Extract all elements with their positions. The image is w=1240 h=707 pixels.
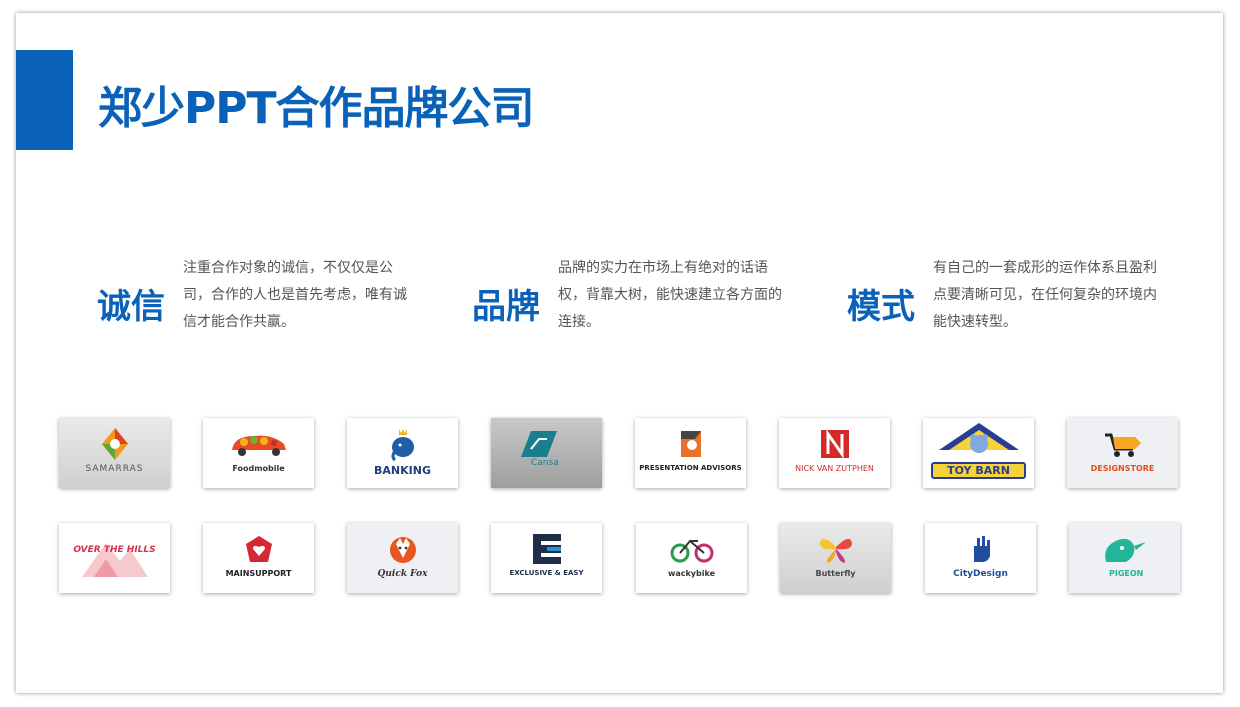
logo-over-the-hills: OVER THE HILLS [59,523,170,593]
pillar-heading: 模式 [847,287,915,327]
logo-label: TOY BARN [931,462,1026,479]
pillar-text: 注重合作对象的诚信，不仅仅是公司，合作的人也是首先考虑，唯有诚信才能合作共赢。 [183,260,407,330]
mountain-icon [59,529,170,587]
logo-label: CityDesign [953,569,1008,579]
hand-icon [925,531,1036,567]
n-fold-icon [779,426,890,462]
title-accent-bar [16,50,73,150]
food-car-icon [203,426,314,462]
logo-label: wackybike [667,569,716,578]
logo-exclusive-easy: EXCLUSIVE & EASY [491,523,602,593]
slide: 郑少PPT合作品牌公司 诚信 注重合作对象的诚信，不仅仅是公司，合作的人也是首先… [16,13,1223,693]
pillar-text: 有自己的一套成形的运作体系且盈利点要清晰可见，在任何复杂的环境内能快速转型。 [933,260,1157,330]
bear-barn-icon [923,420,1034,464]
parallelogram-icon [491,426,602,462]
logo-banking: BANKING [347,418,458,488]
logo-label: NICK VAN ZUTPHEN [795,464,874,473]
logo-label: BANKING [374,464,431,477]
page-title: 郑少PPT合作品牌公司 [98,83,535,134]
logo-label: PRESENTATION ADVISORS [639,464,742,472]
logo-label: Butterfly [815,569,856,578]
logo-quick-fox: Quick Fox [347,523,458,593]
elephant-crown-icon [347,426,458,462]
logo-label: Quick Fox [377,569,428,579]
p-cube-icon [635,426,746,462]
pillar-heading: 品牌 [472,287,540,327]
logo-nick-van-zutphen: NICK VAN ZUTPHEN [779,418,890,488]
logo-label: Foodmobile [232,464,285,473]
logo-cansa: Cansa [491,418,602,488]
logo-wackybike: wackybike [636,523,747,593]
logo-label: OVER THE HILLS [73,545,156,555]
pillar-text: 品牌的实力在市场上有绝对的话语权，背靠大树，能快速建立各方面的连接。 [558,260,782,330]
logo-label: EXCLUSIVE & EASY [509,569,584,577]
leaf-drop-icon [59,426,170,462]
logo-designstore: DESIGNSTORE [1067,418,1178,488]
e-block-icon [491,531,602,567]
butterfly-icon [780,531,891,567]
fox-icon [347,531,458,567]
logo-label: MAINSUPPORT [225,569,292,578]
logo-butterfly: Butterfly [780,523,891,593]
logo-foodmobile: Foodmobile [203,418,314,488]
logo-label: DESIGNSTORE [1090,464,1155,473]
shield-heart-icon [203,531,314,567]
pillar-heading: 诚信 [97,287,165,327]
cart-pencil-icon [1067,426,1178,462]
bike-icon [636,531,747,567]
logo-label: SAMARRAS [85,464,144,474]
logo-samarras: SAMARRAS [59,418,170,488]
logo-citydesign: CityDesign [925,523,1036,593]
logo-toy-barn: TOY BARN [923,418,1034,488]
logo-label: PIGEON [1109,569,1144,578]
logo-label: Cansa [531,458,559,468]
logo-presentation-advisors: PRESENTATION ADVISORS [635,418,746,488]
pigeon-icon [1069,531,1180,571]
logo-pigeon: PIGEON [1069,523,1180,593]
logo-mainsupport: MAINSUPPORT [203,523,314,593]
